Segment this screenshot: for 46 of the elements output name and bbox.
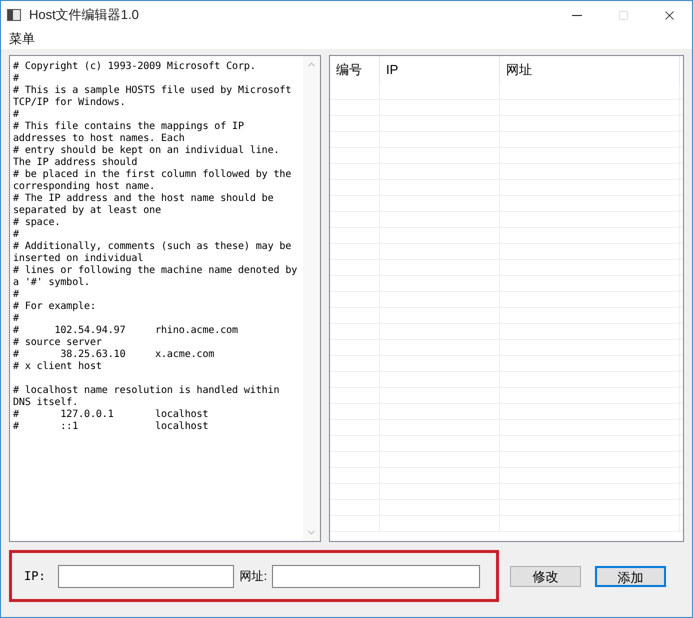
field-label: 网址: (240, 568, 268, 585)
editor-line: # 38.25.63.10 x.acme.com (13, 349, 214, 360)
action-button[interactable]: 修改 (510, 566, 581, 586)
column-header[interactable]: 编号 (330, 56, 380, 84)
editor-line: # 102.54.94.97 rhino.acme.com (13, 325, 238, 336)
menu-item[interactable]: 菜单 (8, 29, 36, 49)
maximize-icon (618, 10, 628, 20)
minimize-icon (572, 14, 582, 16)
editor-line: # For example: (13, 301, 96, 312)
editor-line: addresses to host names. Each (13, 133, 185, 144)
editor-line: # lines or following the machine name denoted by (13, 265, 298, 276)
action-button[interactable]: 添加 (595, 566, 666, 586)
editor-line: DNS itself. (13, 397, 78, 408)
editor-line: # (13, 109, 19, 120)
editor-line: # (13, 73, 19, 84)
window-title: Host文件编辑器1.0 (29, 6, 139, 24)
editor-line: inserted on individual (13, 253, 144, 264)
editor-line: a '#' symbol. (13, 277, 90, 288)
editor-line: # (13, 313, 19, 324)
column-header[interactable]: 网址 (500, 56, 680, 84)
editor-line: # (13, 229, 19, 240)
editor-line: The IP address should (13, 157, 138, 168)
editor-line: # 127.0.0.1 localhost (13, 409, 208, 420)
column-header[interactable]: IP (380, 56, 500, 84)
editor-line: # source server (13, 337, 102, 348)
editor-line: # This file contains the mappings of IP (13, 121, 244, 132)
editor-line: separated by at least one (13, 205, 162, 216)
editor-line: # The IP address and the host name should be (13, 193, 274, 204)
editor-line: # ::1 localhost (13, 421, 208, 432)
editor-line: TCP/IP for Windows. (13, 97, 126, 108)
editor-line: # Copyright (c) 1993-2009 Microsoft Corp. (13, 61, 256, 72)
editor-line: # Additionally, comments (such as these) may be (13, 241, 292, 252)
scrollbar[interactable] (303, 56, 320, 541)
field-label: IP: (24, 568, 46, 585)
app-icon (7, 9, 21, 21)
editor-line: # entry should be kept on an individual line. (13, 145, 280, 156)
editor-line: # space. (13, 217, 60, 228)
editor-line: corresponding host name. (13, 181, 156, 192)
editor-line: # x client host (13, 361, 102, 372)
editor-line: # (13, 289, 19, 300)
hosts-text-editor[interactable] (9, 55, 321, 542)
editor-line: # localhost name resolution is handled within (13, 385, 280, 396)
editor-line: # be placed in the first column followed by the (13, 169, 292, 180)
editor-line: # This is a sample HOSTS file used by Microsoft (13, 85, 292, 96)
input-field[interactable] (58, 564, 234, 588)
input-field[interactable] (272, 564, 480, 588)
